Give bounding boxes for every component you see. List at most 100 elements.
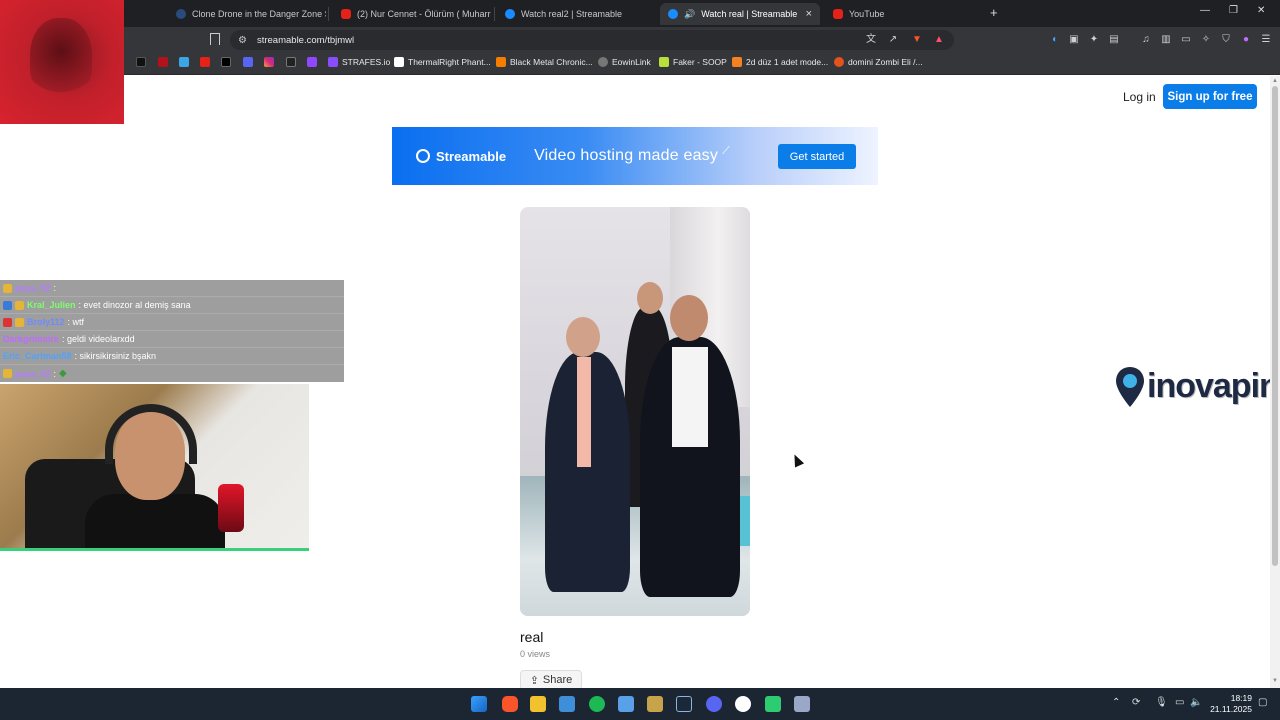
- bookmark-tiktok[interactable]: [136, 57, 146, 67]
- bookmark-domini-zombi[interactable]: domini Zombi Eli /...: [834, 57, 923, 67]
- bookmark-faker-soop[interactable]: Faker - SOOP: [659, 57, 727, 67]
- system-clock[interactable]: 18:19 21.11.2025: [1208, 693, 1252, 715]
- bookmark-black-metal[interactable]: Black Metal Chronic...: [496, 57, 593, 67]
- restore-icon[interactable]: ❐: [1229, 5, 1238, 16]
- notification-icon[interactable]: ▢: [1258, 697, 1267, 708]
- headset-icon: [105, 404, 197, 464]
- streamable-banner-ad[interactable]: Streamable Video hosting made easy ⟋ Get…: [392, 127, 878, 185]
- close-tab-icon[interactable]: ×: [806, 8, 812, 20]
- signup-button[interactable]: Sign up for free: [1163, 84, 1257, 109]
- tab-watch-real[interactable]: 🔊 Watch real | Streamable ×: [660, 3, 820, 25]
- network-icon[interactable]: ▭: [1175, 697, 1184, 708]
- brave-rewards-icon[interactable]: ▲: [932, 33, 946, 47]
- globe-icon: [598, 57, 608, 67]
- bookmark-2d-duz[interactable]: 2d düz 1 adet mode...: [732, 57, 828, 67]
- vpn-icon[interactable]: ⛉: [1219, 33, 1233, 47]
- bookmark-eowinlink[interactable]: EowinLink: [598, 57, 651, 67]
- bookmark-label: Faker - SOOP: [673, 57, 727, 67]
- youtube-icon: [833, 9, 843, 19]
- microphone-tray-icon[interactable]: 🎙: [1155, 697, 1168, 708]
- close-window-icon[interactable]: ✕: [1257, 5, 1265, 16]
- bookmark-favicon-icon: [834, 57, 844, 67]
- address-bar[interactable]: ⚙ streamable.com/tbjmwl: [230, 30, 954, 50]
- tray-chevron-icon[interactable]: ⌃: [1112, 697, 1120, 708]
- sync-icon[interactable]: ⟳: [1132, 697, 1140, 708]
- extension-icon[interactable]: ▣: [1067, 33, 1081, 47]
- inovapin-wordmark: inovapin: [1147, 366, 1270, 405]
- app-icon[interactable]: [647, 696, 663, 712]
- windows-start-icon[interactable]: [471, 696, 487, 712]
- bookmark-instagram[interactable]: [264, 57, 274, 67]
- extension-icon[interactable]: ▤: [1107, 33, 1121, 47]
- menu-icon[interactable]: ☰: [1259, 33, 1273, 47]
- page-scrollbar[interactable]: ▲ ▼: [1270, 76, 1280, 688]
- media-icon[interactable]: ♫: [1139, 33, 1153, 47]
- photos-icon[interactable]: [559, 696, 575, 712]
- extension-icon[interactable]: ✦: [1087, 33, 1101, 47]
- video-person-head: [670, 295, 708, 341]
- tab-separator: [494, 7, 495, 21]
- sidebar-icon[interactable]: ▥: [1159, 33, 1173, 47]
- bookmark-red[interactable]: [158, 57, 168, 67]
- share-page-icon[interactable]: ↗: [886, 33, 900, 47]
- brave-shields-icon[interactable]: ▼: [910, 33, 924, 47]
- site-settings-icon[interactable]: ⚙: [238, 35, 247, 46]
- volume-icon[interactable]: 🔈: [1190, 697, 1202, 708]
- tab-watch-real2[interactable]: Watch real2 | Streamable: [497, 3, 655, 25]
- bookmarks-bar: STRAFES.io ThermalRight Phant... Black M…: [0, 53, 1280, 75]
- steam-icon: [176, 9, 186, 19]
- app-icon[interactable]: [794, 696, 810, 712]
- app-icon[interactable]: [618, 696, 634, 712]
- wallet-icon[interactable]: ▭: [1179, 33, 1193, 47]
- discord-icon[interactable]: [706, 696, 722, 712]
- bookmark-discord[interactable]: [243, 57, 253, 67]
- bookmark-youtube[interactable]: [200, 57, 210, 67]
- spotify-icon[interactable]: [589, 696, 605, 712]
- app-icon[interactable]: [735, 696, 751, 712]
- tab-label: Clone Drone in the Danger Zone Ste: [192, 9, 326, 19]
- tab-clone-drone[interactable]: Clone Drone in the Danger Zone Ste: [168, 3, 326, 25]
- bookmark-icon[interactable]: [210, 33, 220, 45]
- bookmark-thermalright[interactable]: ThermalRight Phant...: [394, 57, 491, 67]
- video-person-shirt: [672, 347, 708, 447]
- video-title: real: [520, 629, 544, 645]
- new-tab-icon[interactable]: +: [990, 5, 998, 20]
- instagram-icon: [264, 57, 274, 67]
- tab-nur-cennet[interactable]: (2) Nur Cennet - Ölürüm ( Muharrem: [333, 3, 491, 25]
- tab-youtube[interactable]: YouTube: [825, 3, 983, 25]
- streamer-webcam: [0, 384, 309, 551]
- stream-chat-overlay: pasa_52 : Kral_Julien : evet dinozor al …: [0, 280, 344, 382]
- bookmark-kr[interactable]: [286, 57, 296, 67]
- chat-text: : sikirsikirsiniz bşakn: [74, 351, 157, 361]
- scroll-up-icon[interactable]: ▲: [1272, 78, 1278, 84]
- inovapin-ad[interactable]: inovapin: [1115, 366, 1270, 407]
- tab-separator: [328, 7, 329, 21]
- bookmark-l[interactable]: [179, 57, 189, 67]
- stream-overlay-portrait: [30, 18, 92, 100]
- bookmark-x[interactable]: [221, 57, 231, 67]
- scrollbar-thumb[interactable]: [1272, 86, 1278, 566]
- get-started-button[interactable]: Get started: [778, 144, 856, 169]
- audio-icon[interactable]: ◖: [1047, 33, 1061, 47]
- scroll-down-icon[interactable]: ▼: [1272, 678, 1278, 684]
- brave-icon[interactable]: [502, 696, 518, 712]
- login-link[interactable]: Log in: [1123, 90, 1156, 104]
- chat-username: Darkgrimoire: [3, 334, 60, 344]
- profile-icon[interactable]: ●: [1239, 33, 1253, 47]
- file-explorer-icon[interactable]: [530, 696, 546, 712]
- bookmark-twitch[interactable]: [307, 57, 317, 67]
- share-button[interactable]: ⇪ Share: [520, 670, 582, 688]
- share-label: Share: [542, 674, 573, 686]
- emote-icon: ◆: [59, 368, 67, 379]
- tiktok-icon: [136, 57, 146, 67]
- video-person-head: [566, 317, 600, 357]
- bookmark-strafes[interactable]: STRAFES.io: [328, 57, 390, 67]
- translate-icon[interactable]: 文: [864, 33, 878, 47]
- video-player[interactable]: [520, 207, 750, 616]
- minimize-icon[interactable]: —: [1200, 5, 1210, 16]
- streamable-page: Log in Sign up for free Streamable Video…: [0, 76, 1270, 688]
- chat-badge-icon: [15, 300, 24, 310]
- leo-icon[interactable]: ✧: [1199, 33, 1213, 47]
- app-icon[interactable]: [765, 696, 781, 712]
- steam-icon[interactable]: [676, 696, 692, 712]
